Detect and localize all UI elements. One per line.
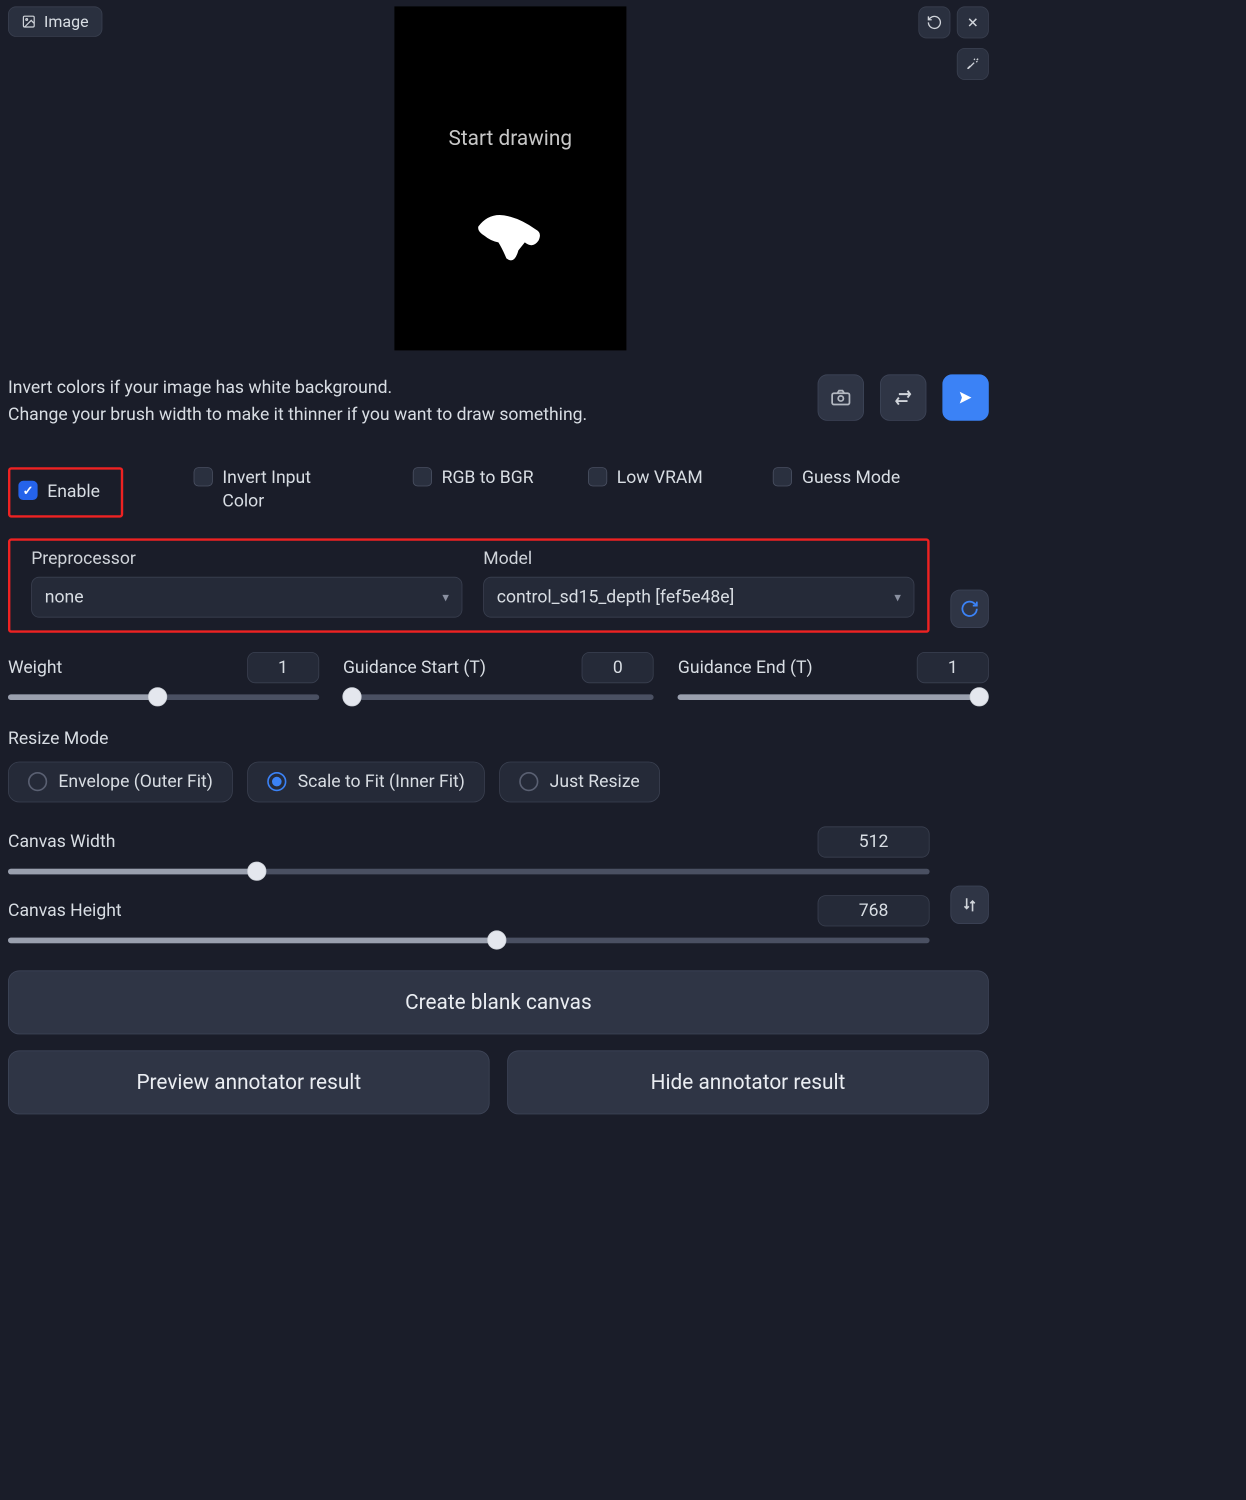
- model-label: Model: [483, 549, 914, 569]
- resize-just-radio[interactable]: Just Resize: [499, 761, 660, 802]
- weight-slider[interactable]: [8, 694, 319, 700]
- send-button[interactable]: [942, 374, 988, 420]
- invert-color-checkbox[interactable]: [194, 467, 213, 486]
- guess-mode-checkbox[interactable]: [773, 467, 792, 486]
- canvas-height-slider[interactable]: [8, 937, 930, 943]
- chevron-down-icon: ▾: [442, 589, 448, 604]
- guidance-end-slider[interactable]: [678, 694, 989, 700]
- resize-scale-radio[interactable]: Scale to Fit (Inner Fit): [247, 761, 485, 802]
- magic-wand-button[interactable]: [957, 48, 989, 80]
- guidance-start-slider[interactable]: [343, 694, 654, 700]
- enable-checkbox-group[interactable]: Enable: [8, 467, 123, 517]
- canvas-width-label: Canvas Width: [8, 832, 115, 852]
- resize-mode-label: Resize Mode: [8, 729, 989, 749]
- model-select[interactable]: control_sd15_depth [fef5e48e] ▾: [483, 577, 914, 618]
- swap-horizontal-button[interactable]: [880, 374, 926, 420]
- resize-envelope-radio[interactable]: Envelope (Outer Fit): [8, 761, 233, 802]
- canvas-placeholder-text: Start drawing: [449, 126, 573, 150]
- preprocessor-select[interactable]: none ▾: [31, 577, 462, 618]
- canvas-width-input[interactable]: 512: [818, 826, 930, 857]
- swap-dimensions-button[interactable]: [950, 885, 988, 923]
- canvas-height-label: Canvas Height: [8, 901, 122, 921]
- hint-text: Invert colors if your image has white ba…: [8, 374, 802, 429]
- guidance-end-label: Guidance End (T): [678, 657, 813, 677]
- invert-color-checkbox-group[interactable]: Invert Input Color: [194, 467, 351, 513]
- chevron-down-icon: ▾: [894, 589, 900, 604]
- image-tab-label: Image: [44, 12, 89, 31]
- low-vram-checkbox-group[interactable]: Low VRAM: [588, 467, 703, 490]
- guidance-end-input[interactable]: 1: [917, 652, 989, 683]
- refresh-model-button[interactable]: [950, 589, 988, 627]
- weight-label: Weight: [8, 657, 62, 677]
- image-tab[interactable]: Image: [8, 6, 102, 36]
- guidance-start-input[interactable]: 0: [582, 652, 654, 683]
- canvas-height-input[interactable]: 768: [818, 895, 930, 926]
- guess-mode-checkbox-group[interactable]: Guess Mode: [773, 467, 900, 490]
- preview-annotator-button[interactable]: Preview annotator result: [8, 1050, 490, 1114]
- rgb-bgr-checkbox-group[interactable]: RGB to BGR: [413, 467, 534, 490]
- create-blank-canvas-button[interactable]: Create blank canvas: [8, 970, 989, 1034]
- image-icon: [22, 14, 36, 28]
- close-button[interactable]: [957, 6, 989, 38]
- guidance-start-label: Guidance Start (T): [343, 657, 486, 677]
- canvas-width-slider[interactable]: [8, 869, 930, 875]
- rgb-bgr-checkbox[interactable]: [413, 467, 432, 486]
- hide-annotator-button[interactable]: Hide annotator result: [507, 1050, 989, 1114]
- weight-input[interactable]: 1: [247, 652, 319, 683]
- undo-button[interactable]: [918, 6, 950, 38]
- drawing-canvas[interactable]: Start drawing: [394, 6, 626, 350]
- low-vram-checkbox[interactable]: [588, 467, 607, 486]
- enable-checkbox[interactable]: [18, 481, 37, 500]
- camera-button[interactable]: [818, 374, 864, 420]
- preprocessor-label: Preprocessor: [31, 549, 462, 569]
- hand-icon: [462, 202, 558, 274]
